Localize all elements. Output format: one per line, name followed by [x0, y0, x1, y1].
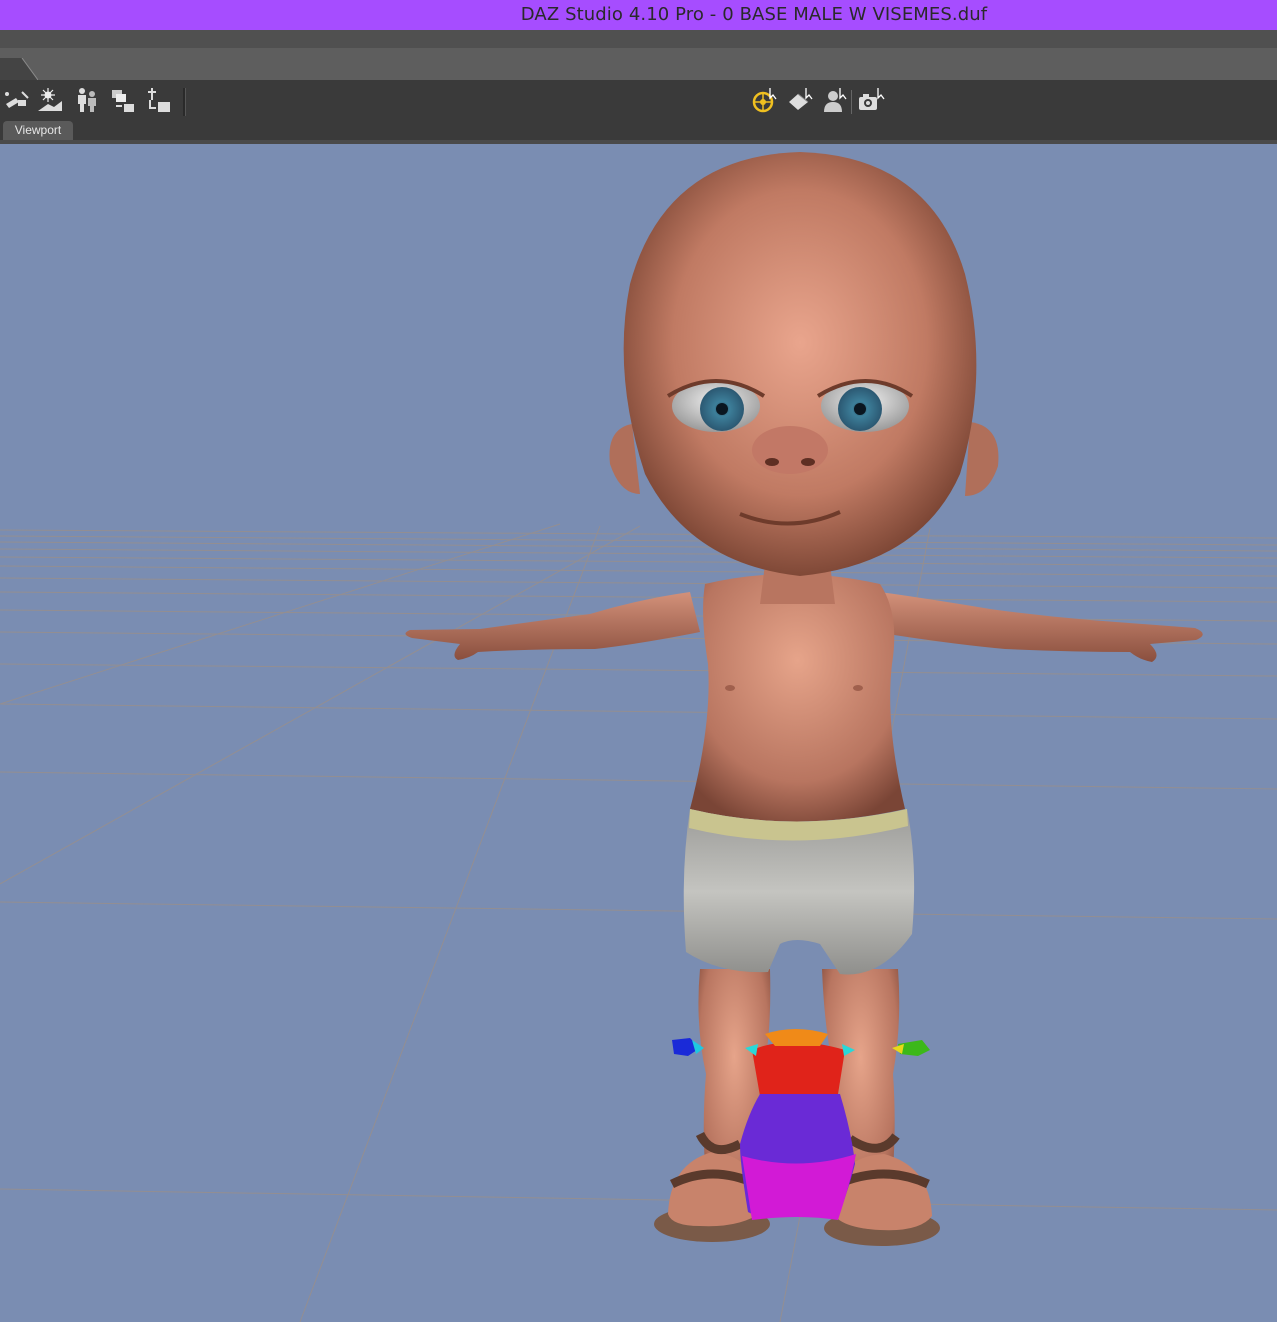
universal-tool-icon[interactable]: [750, 86, 780, 114]
surface-selection-icon[interactable]: [786, 86, 816, 114]
figure-pose-icon[interactable]: [72, 86, 102, 114]
viewport-tab-row: [0, 120, 1277, 140]
head: [623, 152, 977, 576]
viewport-canvas[interactable]: [0, 144, 1277, 1322]
title-bar: DAZ Studio 4.10 Pro - 0 BASE MALE W VISE…: [0, 0, 1277, 30]
pane-tab-strip: [0, 48, 1277, 80]
toolbar: [0, 80, 1277, 120]
new-light-icon[interactable]: [2, 86, 32, 114]
menu-strip: [0, 30, 1277, 48]
nose: [752, 426, 828, 474]
figure-select-icon[interactable]: [820, 86, 850, 114]
environment-icon[interactable]: [36, 86, 66, 114]
viewport-tab[interactable]: Viewport: [3, 121, 73, 140]
left-arm: [405, 592, 700, 660]
right-arm: [875, 592, 1203, 662]
torso: [690, 574, 905, 822]
toolbar-separator: [183, 88, 186, 116]
pane-tab-notch[interactable]: [0, 58, 38, 80]
import-icon[interactable]: [144, 86, 174, 114]
baby-figure[interactable]: [405, 152, 1203, 1246]
right-ear: [965, 422, 999, 496]
camera-render-icon[interactable]: [856, 86, 886, 114]
window-title: DAZ Studio 4.10 Pro - 0 BASE MALE W VISE…: [520, 4, 988, 25]
toolbar-separator: [851, 90, 852, 114]
merge-scene-icon[interactable]: [108, 86, 138, 114]
